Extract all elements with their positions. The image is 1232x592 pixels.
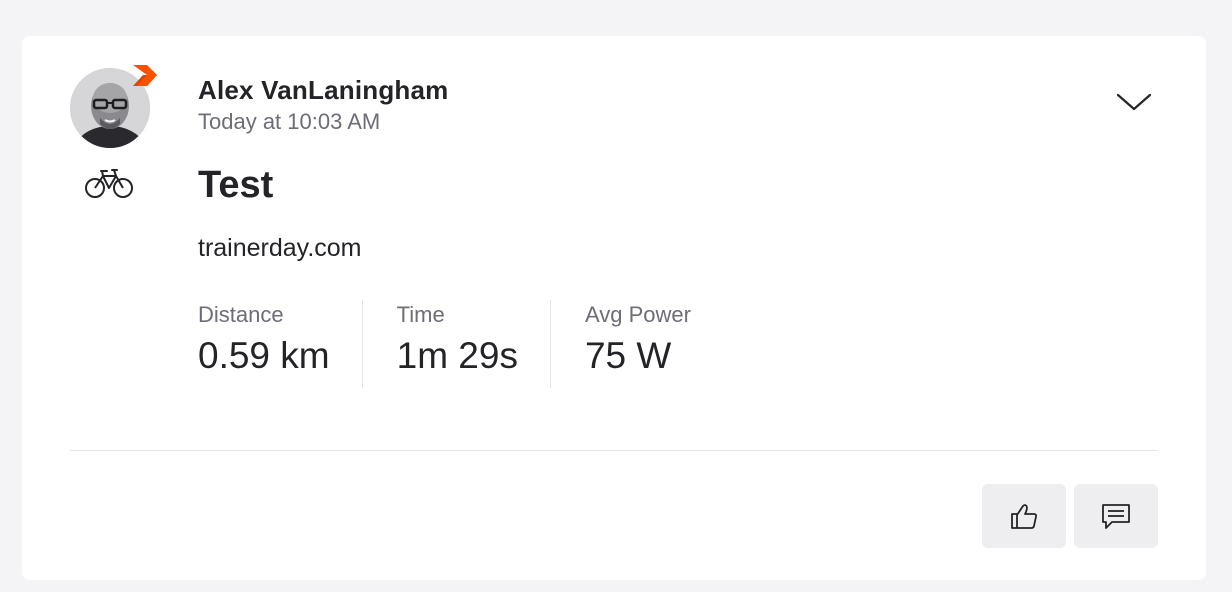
card-divider bbox=[70, 450, 1158, 451]
thumbs-up-icon bbox=[1011, 504, 1037, 529]
stat-label: Avg Power bbox=[584, 302, 691, 327]
stat-value: 1m 29s bbox=[396, 335, 518, 376]
stat-time: Time 1m 29s bbox=[361, 300, 550, 388]
stat-value: 0.59 km bbox=[198, 335, 330, 376]
activity-stats: Distance 0.59 km Time 1m 29s Avg Power 7… bbox=[198, 300, 723, 388]
activity-header: Alex VanLaningham Today at 10:03 AM bbox=[198, 74, 448, 136]
activity-card: Alex VanLaningham Today at 10:03 AM Test… bbox=[22, 36, 1206, 580]
activity-timestamp: Today at 10:03 AM bbox=[198, 109, 381, 134]
comment-button[interactable] bbox=[1074, 484, 1158, 548]
stat-label: Distance bbox=[198, 302, 284, 327]
athlete-name[interactable]: Alex VanLaningham bbox=[198, 74, 448, 106]
activity-description: trainerday.com bbox=[198, 234, 362, 262]
stat-distance: Distance 0.59 km bbox=[198, 300, 362, 388]
chevron-down-icon bbox=[1116, 93, 1152, 111]
stat-label: Time bbox=[396, 302, 445, 327]
kudos-button[interactable] bbox=[982, 484, 1066, 548]
activity-title[interactable]: Test bbox=[198, 162, 273, 208]
athlete-avatar-container[interactable] bbox=[70, 65, 157, 148]
stat-avg-power: Avg Power 75 W bbox=[549, 300, 723, 388]
bike-icon bbox=[85, 169, 133, 198]
subscriber-badge-icon bbox=[133, 65, 157, 86]
comment-icon bbox=[1102, 504, 1130, 529]
activity-menu-button[interactable] bbox=[1110, 84, 1158, 120]
stat-value: 75 W bbox=[584, 335, 672, 376]
